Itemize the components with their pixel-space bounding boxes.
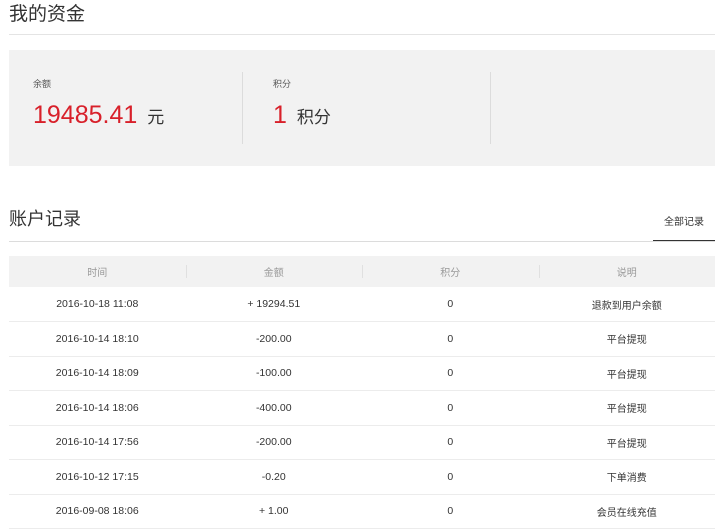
record-time: 2016-09-08 18:06 xyxy=(55,505,139,518)
column-header-points: 积分 xyxy=(362,256,539,287)
record-description: 平台提现 xyxy=(606,335,647,347)
record-amount: + 19294.51 xyxy=(247,298,301,310)
record-amount: -400.00 xyxy=(255,401,292,414)
record-amount: -200.00 xyxy=(255,332,292,345)
balance-unit: 元 xyxy=(147,108,165,128)
funds-panel: 余额 19485.41 元 积分 1 积分 xyxy=(9,50,715,166)
balance-value: 19485.41 xyxy=(33,101,138,129)
points-label: 积分 xyxy=(273,80,292,90)
balance-block: 余额 19485.41 元 xyxy=(9,50,242,166)
record-time: 2016-10-12 17:15 xyxy=(55,470,139,483)
balance-value-row: 19485.41 元 xyxy=(33,101,164,130)
record-time: 2016-10-14 18:06 xyxy=(55,401,139,414)
record-description: 退款到用户余额 xyxy=(591,300,662,312)
title-divider xyxy=(9,34,715,35)
table-row: 2016-10-18 11:08 + 19294.51 0 退款到用户余额 xyxy=(9,287,715,322)
records-table: 时间 金额 积分 说明 2016-10-18 11:08 + 19294.51 … xyxy=(9,256,715,529)
record-points: 0 xyxy=(447,401,454,414)
points-block: 积分 1 积分 xyxy=(243,50,491,166)
table-row: 2016-10-14 18:10 -200.00 0 平台提现 xyxy=(9,322,715,356)
table-row: 2016-10-14 18:09 -100.00 0 平台提现 xyxy=(9,356,715,391)
record-description: 平台提现 xyxy=(606,404,647,416)
balance-label: 余额 xyxy=(33,80,52,90)
column-header-description: 说明 xyxy=(538,256,716,287)
records-section-title: 账户记录 xyxy=(9,209,81,230)
table-row: 2016-10-12 17:15 -0.20 0 下单消费 xyxy=(9,460,715,494)
record-time: 2016-10-14 17:56 xyxy=(55,436,139,449)
record-points: 0 xyxy=(447,470,454,483)
tab-all-records[interactable]: 全部记录 xyxy=(653,207,715,242)
column-header-amount: 金额 xyxy=(185,256,363,287)
record-time: 2016-10-18 11:08 xyxy=(56,298,139,310)
record-description: 会员在线充值 xyxy=(596,507,657,519)
record-description: 平台提现 xyxy=(606,438,647,450)
record-points: 0 xyxy=(447,332,454,345)
records-header-row: 时间 金额 积分 说明 xyxy=(9,256,715,287)
record-description: 下单消费 xyxy=(606,473,647,485)
record-amount: -100.00 xyxy=(255,367,292,380)
record-points: 0 xyxy=(447,505,454,518)
points-unit: 积分 xyxy=(296,108,331,128)
empty-fund-block xyxy=(491,50,715,166)
record-points: 0 xyxy=(447,436,454,449)
record-amount: -200.00 xyxy=(255,436,292,449)
record-time: 2016-10-14 18:09 xyxy=(55,367,139,380)
record-points: 0 xyxy=(447,298,454,310)
table-row: 2016-10-14 17:56 -200.00 0 平台提现 xyxy=(9,425,715,460)
record-amount: + 1.00 xyxy=(259,505,289,518)
record-points: 0 xyxy=(447,367,454,380)
record-description: 平台提现 xyxy=(606,369,647,381)
record-time: 2016-10-14 18:10 xyxy=(55,332,139,345)
record-amount: -0.20 xyxy=(261,470,286,483)
points-value-row: 1 积分 xyxy=(273,101,331,130)
page-title: 我的资金 xyxy=(9,3,86,25)
records-section-divider xyxy=(9,241,715,242)
table-row: 2016-09-08 18:06 + 1.00 0 会员在线充值 xyxy=(9,494,715,529)
points-value: 1 xyxy=(273,101,287,129)
column-header-time: 时间 xyxy=(87,268,108,279)
table-row: 2016-10-14 18:06 -400.00 0 平台提现 xyxy=(9,391,715,425)
